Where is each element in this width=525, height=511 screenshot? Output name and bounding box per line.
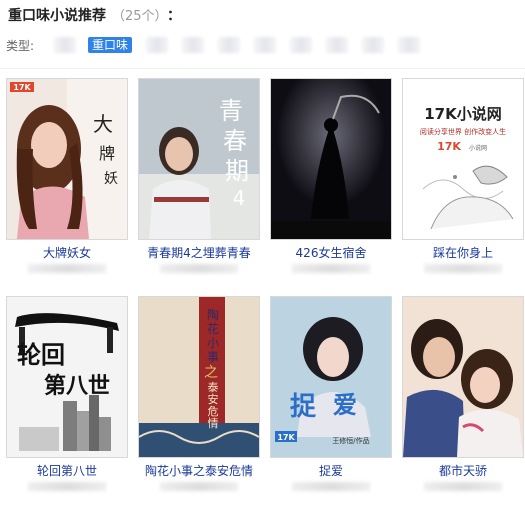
book-meta-blurred bbox=[424, 482, 502, 491]
book-title-link[interactable]: 都市天骄 bbox=[402, 462, 524, 479]
cover-badge: 17K bbox=[277, 433, 295, 442]
cover-badge-sub: 小说网 bbox=[469, 144, 487, 152]
cover-title-char: 大 bbox=[93, 112, 113, 136]
title-colon: ： bbox=[167, 8, 182, 24]
cover-title-char: 安 bbox=[208, 392, 219, 406]
book-title-link[interactable]: 轮回第八世 bbox=[6, 462, 128, 479]
type-filter-bar: 类型: 重口味 bbox=[6, 36, 426, 54]
book-meta-blurred bbox=[28, 482, 106, 491]
book-meta-blurred bbox=[424, 264, 502, 273]
book-cover[interactable]: 17K小说网 阅读分享世界 创作改变人生 17K 小说网 bbox=[402, 78, 524, 240]
cover-title-char: 陶 bbox=[207, 307, 219, 322]
cover-title-char: 爱 bbox=[333, 391, 357, 419]
type-filter-option-active[interactable]: 重口味 bbox=[88, 37, 133, 53]
book-cover[interactable] bbox=[402, 296, 524, 458]
cover-author: 王修恒/作品 bbox=[332, 436, 369, 445]
cover-title-char: 泰 bbox=[208, 380, 219, 394]
type-filter-option-blurred[interactable] bbox=[182, 37, 205, 53]
type-filter-label: 类型: bbox=[6, 38, 35, 53]
cover-title-char: 事 bbox=[207, 350, 219, 364]
type-filter-option-blurred[interactable] bbox=[146, 37, 169, 53]
cover-title-char: 期 bbox=[225, 157, 249, 185]
book-cover[interactable]: 陶 花 小 事 之 泰 安 危 情 bbox=[138, 296, 260, 458]
book-title-link[interactable]: 青春期4之埋葬青春 bbox=[138, 244, 260, 261]
book-meta-blurred bbox=[160, 264, 238, 273]
book-title-link[interactable]: 踩在你身上 bbox=[402, 244, 524, 261]
type-filter-option-blurred[interactable] bbox=[254, 37, 277, 53]
cover-slogan: 阅读分享世界 创作改变人生 bbox=[420, 127, 506, 136]
cover-title-char: 之 bbox=[204, 365, 218, 381]
type-filter-option-blurred[interactable] bbox=[326, 37, 349, 53]
type-filter-option-blurred[interactable] bbox=[362, 37, 385, 53]
page-title: 重口味小说推荐 bbox=[8, 8, 106, 24]
book-meta-blurred bbox=[160, 482, 238, 491]
book-cover[interactable]: 捉 爱 17K 王修恒/作品 bbox=[270, 296, 392, 458]
book-meta-blurred bbox=[292, 482, 370, 491]
book-cover[interactable]: 青 春 期 4 bbox=[138, 78, 260, 240]
header-divider bbox=[0, 68, 525, 69]
type-filter-option-blurred[interactable] bbox=[218, 37, 241, 53]
cover-title-char: 青 bbox=[219, 97, 243, 125]
cover-title-char: 捉 bbox=[290, 392, 317, 422]
book-cover[interactable] bbox=[270, 78, 392, 240]
book-meta-blurred bbox=[292, 264, 370, 273]
cover-title-char: 妖 bbox=[104, 171, 118, 187]
cover-brand: 17K小说网 bbox=[424, 105, 502, 123]
cover-title-char: 牌 bbox=[99, 144, 115, 163]
cover-title-char: 小 bbox=[207, 336, 219, 350]
book-title-link[interactable]: 大牌妖女 bbox=[6, 244, 128, 261]
cover-badge: 17K bbox=[437, 140, 461, 153]
cover-title-line: 第八世 bbox=[44, 373, 110, 399]
cover-title-char: 情 bbox=[208, 417, 219, 430]
cover-title-line: 轮回 bbox=[17, 341, 65, 369]
book-cover[interactable]: 17K 大 牌 妖 bbox=[6, 78, 128, 240]
cover-title-char: 春 bbox=[223, 127, 247, 155]
cover-title-char: 4 bbox=[233, 186, 246, 210]
type-filter-option-blurred[interactable] bbox=[290, 37, 313, 53]
type-filter-option-blurred[interactable] bbox=[54, 37, 76, 53]
cover-title-char: 花 bbox=[207, 321, 219, 336]
type-filter-option-blurred[interactable] bbox=[398, 37, 421, 53]
book-cover[interactable]: 轮回 第八世 bbox=[6, 296, 128, 458]
book-title-link[interactable]: 426女生宿舍 bbox=[270, 244, 392, 261]
result-count: （25个） bbox=[112, 9, 162, 24]
book-meta-blurred bbox=[28, 264, 106, 273]
cover-badge: 17K bbox=[13, 83, 31, 92]
book-title-link[interactable]: 捉爱 bbox=[270, 462, 392, 479]
page-header: 重口味小说推荐 （25个） ： bbox=[8, 6, 181, 27]
book-title-link[interactable]: 陶花小事之泰安危情 bbox=[138, 462, 260, 479]
